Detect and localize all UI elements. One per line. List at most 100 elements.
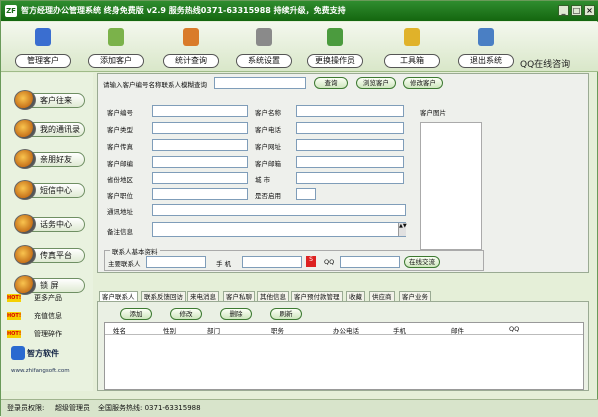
toolbar-change-operator[interactable]: 更换操作员 xyxy=(307,23,363,70)
app-window: ZF 智方经理办公管理系统 终身免费版 v2.9 服务热线0371-633159… xyxy=(0,0,598,417)
toolbar-label: 更换操作员 xyxy=(307,54,363,68)
customer-position-field[interactable] xyxy=(152,188,248,200)
link-recharge-info[interactable]: 充值信息 xyxy=(34,311,62,321)
maximize-button[interactable]: □ xyxy=(571,5,582,16)
customer-type-field[interactable] xyxy=(152,122,248,134)
customer-phone-field[interactable] xyxy=(296,122,404,134)
toolbar-manage-customers[interactable]: 管理客户 xyxy=(15,23,71,70)
contacts-table[interactable]: 姓名 性别 部门 职务 办公电话 手机 邮件 QQ xyxy=(104,322,584,390)
app-logo-icon: ZF xyxy=(5,5,17,17)
customer-id-field[interactable] xyxy=(152,105,248,117)
customer-email-field[interactable] xyxy=(296,156,404,168)
delete-contact-button[interactable]: 删除 xyxy=(220,308,252,320)
form-label: 是否启用 xyxy=(255,192,281,200)
online-chat-button[interactable]: 在线交流 xyxy=(404,256,440,268)
window-title: 智方经理办公管理系统 终身免费版 v2.9 服务热线0371-63315988 … xyxy=(21,6,346,15)
main-contact-field[interactable] xyxy=(146,256,206,268)
sidebar-item-lock-screen[interactable]: 锁 屏 xyxy=(14,275,85,295)
form-label: 客户邮箱 xyxy=(255,160,281,168)
add-contact-button[interactable]: 添加 xyxy=(120,308,152,320)
form-label: 客户编号 xyxy=(107,109,133,117)
user-role: 超级管理员 xyxy=(55,404,90,412)
modify-customer-button[interactable]: 修改客户 xyxy=(403,77,443,89)
sidebar-item-friends[interactable]: 亲朋好友 xyxy=(14,149,85,169)
title-bar: ZF 智方经理办公管理系统 终身免费版 v2.9 服务热线0371-633159… xyxy=(1,1,598,21)
sidebar-item-label: 话务中心 xyxy=(40,220,72,229)
sidebar-item-fax[interactable]: 传真平台 xyxy=(14,245,85,265)
contact-group-title: 联系人基本资料 xyxy=(110,246,160,256)
toolbar-exit[interactable]: 退出系统 xyxy=(458,23,514,70)
toolbar-label: 工具箱 xyxy=(384,54,440,68)
close-button[interactable]: × xyxy=(584,5,595,16)
form-label: 省份地区 xyxy=(107,176,133,184)
toolbar-label: 统计查询 xyxy=(163,54,219,68)
edit-contact-button[interactable]: 修改 xyxy=(170,308,202,320)
sms-send-icon[interactable]: S xyxy=(306,256,316,267)
refresh-button[interactable]: 刷新 xyxy=(270,308,302,320)
sidebar-item-address-book[interactable]: 我的通讯录 xyxy=(14,119,85,139)
qq-online-consult-link[interactable]: QQ在线咨询 xyxy=(520,57,570,70)
minimize-button[interactable]: _ xyxy=(558,5,569,16)
customer-website-field[interactable] xyxy=(296,139,404,151)
toolbar-label: 管理客户 xyxy=(15,54,71,68)
form-label: 备注信息 xyxy=(107,228,133,236)
phone-icon xyxy=(14,214,36,234)
form-label: 客户邮编 xyxy=(107,160,133,168)
customer-fax-field[interactable] xyxy=(152,139,248,151)
qq-field[interactable] xyxy=(340,256,400,268)
toolbar-toolbox[interactable]: 工具箱 xyxy=(384,23,440,70)
search-button[interactable]: 查询 xyxy=(314,77,348,89)
form-label: 客户电话 xyxy=(255,126,281,134)
header-divider xyxy=(105,334,583,335)
sidebar-item-customer-contacts[interactable]: 客户往来 xyxy=(14,90,85,110)
lock-icon xyxy=(14,275,36,295)
sidebar-item-label: 锁 屏 xyxy=(40,281,59,290)
toolbar-statistics[interactable]: 统计查询 xyxy=(163,23,219,70)
customer-name-field[interactable] xyxy=(296,105,404,117)
form-label: 客户类型 xyxy=(107,126,133,134)
form-label: 客户网址 xyxy=(255,143,281,151)
toolbar-label: 添加客户 xyxy=(88,54,144,68)
province-field[interactable] xyxy=(152,172,248,184)
search-input[interactable] xyxy=(214,77,306,89)
toolbar-add-customer[interactable]: 添加客户 xyxy=(88,23,144,70)
address-field[interactable] xyxy=(152,204,406,216)
customer-detail-panel: 请输入客户编号名称联系人模糊查询 查询 浏览客户 修改客户 客户编号 客户类型 … xyxy=(97,73,589,273)
photo-label: 客户图片 xyxy=(420,109,446,117)
sidebar-item-call-center[interactable]: 话务中心 xyxy=(14,214,85,234)
link-more-products[interactable]: 更多产品 xyxy=(34,293,62,303)
sms-icon xyxy=(14,180,36,200)
handshake-icon xyxy=(14,90,36,110)
sidebar-item-label: 客户往来 xyxy=(40,96,72,105)
sidebar: 客户往来 我的通讯录 亲朋好友 短信中心 话务中心 传真平台 锁 屏 HOT! 更… xyxy=(1,73,93,391)
search-label: 请输入客户编号名称联系人模糊查询 xyxy=(103,81,207,89)
form-label: 城 市 xyxy=(255,176,271,184)
link-management[interactable]: 管理碎作 xyxy=(34,329,62,339)
city-field[interactable] xyxy=(296,172,404,184)
logo-text: 智方软件 xyxy=(27,349,59,358)
remarks-scrollbar[interactable]: ▲▼ xyxy=(398,223,407,236)
sidebar-item-label: 我的通讯录 xyxy=(40,125,80,134)
toolbar-label: 退出系统 xyxy=(458,54,514,68)
hot-badge: HOT! xyxy=(7,294,22,302)
customer-photo-box[interactable] xyxy=(420,122,482,250)
form-label: 客户职位 xyxy=(107,192,133,200)
mobile-field[interactable] xyxy=(242,256,302,268)
toolbar-settings[interactable]: 系统设置 xyxy=(236,23,292,70)
mobile-label: 手 机 xyxy=(216,260,232,268)
form-label: 客户名称 xyxy=(255,109,281,117)
sidebar-item-sms-center[interactable]: 短信中心 xyxy=(14,180,85,200)
logo-mark-icon xyxy=(11,346,25,360)
settings-icon xyxy=(256,28,272,46)
fax-icon xyxy=(14,245,36,265)
add-customer-icon xyxy=(108,28,124,46)
enabled-field[interactable] xyxy=(296,188,316,200)
remarks-field[interactable] xyxy=(152,222,406,237)
operator-icon xyxy=(327,28,343,46)
logo-url: www.zhifangsoft.com xyxy=(11,368,70,374)
column-header[interactable]: QQ xyxy=(509,325,519,333)
main-toolbar: 管理客户 添加客户 统计查询 系统设置 更换操作员 工具箱 退出系统 QQ在线咨… xyxy=(1,22,598,72)
customer-postcode-field[interactable] xyxy=(152,156,248,168)
company-logo: 智方软件 www.zhifangsoft.com xyxy=(11,346,91,380)
browse-customers-button[interactable]: 浏览客户 xyxy=(356,77,396,89)
